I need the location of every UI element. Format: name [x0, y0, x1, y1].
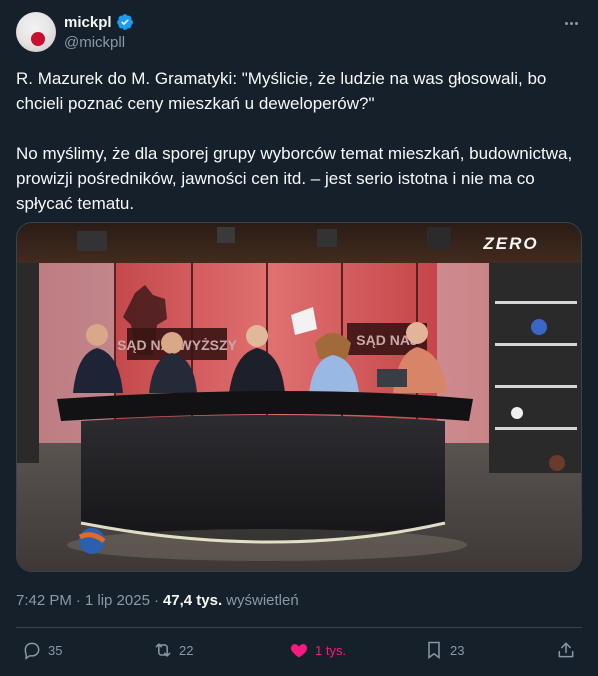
share-button[interactable] — [556, 640, 576, 660]
heart-icon — [290, 644, 308, 658]
bookmark-button[interactable]: 23 — [424, 640, 464, 660]
like-button[interactable]: 1 tys. — [289, 640, 346, 660]
repost-count: 22 — [179, 642, 194, 658]
tweet-media-image[interactable]: SĄD NAJWYŻSZY SĄD NAJ ZERO — [16, 222, 582, 572]
reply-icon — [24, 642, 40, 660]
verified-badge-icon — [116, 14, 133, 30]
tweet-time[interactable]: 7:42 PM — [16, 592, 72, 609]
studio-scene: SĄD NAJWYŻSZY SĄD NAJ ZERO — [17, 223, 581, 571]
views-count: 47,4 tys. — [162, 592, 223, 609]
meta-separator: · — [75, 592, 81, 609]
author-display-name[interactable]: mickpl — [64, 14, 112, 31]
views-label: wyświetleń — [226, 592, 299, 609]
more-options-icon[interactable] — [560, 14, 582, 32]
author-handle[interactable]: @mickpll — [64, 34, 125, 51]
reply-button[interactable]: 35 — [22, 640, 62, 660]
reply-count: 35 — [48, 642, 63, 658]
share-icon — [558, 642, 574, 658]
repost-icon — [155, 643, 171, 657]
divider — [16, 627, 582, 628]
author-name-row: mickpl — [64, 13, 134, 31]
action-bar: 35 22 1 tys. 23 — [0, 640, 598, 666]
meta-separator: · — [153, 592, 159, 609]
like-count: 1 tys. — [315, 642, 347, 658]
avatar[interactable] — [16, 12, 56, 52]
bookmark-count: 23 — [450, 642, 465, 658]
tweet-meta: 7:42 PM · 1 lip 2025 · 47,4 tys. wyświet… — [16, 592, 299, 609]
channel-watermark: ZERO — [482, 234, 538, 253]
tweet-text: R. Mazurek do M. Gramatyki: "Myślicie, ż… — [16, 69, 573, 213]
tweet-date[interactable]: 1 lip 2025 — [85, 592, 150, 609]
bookmark-icon — [428, 641, 440, 659]
repost-button[interactable]: 22 — [153, 640, 193, 660]
